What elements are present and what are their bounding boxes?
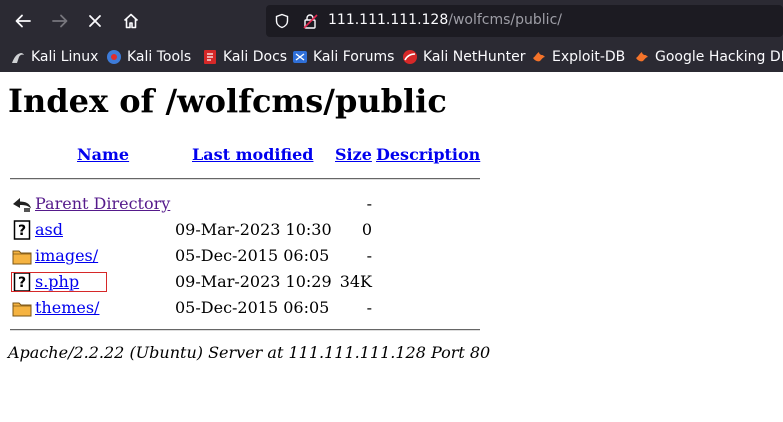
browser-chrome: 111.111.111.128/wolfcms/public/ Kali Lin…	[0, 0, 783, 72]
home-icon	[123, 13, 139, 29]
column-description-link[interactable]: Description	[376, 145, 480, 164]
folder-icon	[12, 250, 32, 265]
url-path: /wolfcms/public/	[448, 12, 562, 28]
row-size: -	[366, 194, 372, 213]
row-size: -	[366, 246, 372, 265]
bookmarks-toolbar: Kali Linux Kali Tools Kali Docs Kali For…	[0, 42, 783, 72]
column-size-link[interactable]: Size	[335, 145, 372, 164]
close-icon	[89, 15, 101, 27]
bookmark-label: Kali Forums	[313, 49, 395, 65]
row-modified: 09-Mar-2023 10:30	[175, 220, 332, 239]
bookmark-kali-linux[interactable]: Kali Linux	[10, 48, 98, 66]
back-button[interactable]	[9, 7, 37, 35]
bookmark-label: Kali Docs	[223, 49, 288, 65]
forward-button[interactable]	[46, 7, 74, 35]
arrow-right-icon	[52, 14, 68, 28]
bookmark-exploit-db[interactable]: Exploit-DB	[531, 48, 625, 66]
browser-toolbar: 111.111.111.128/wolfcms/public/	[0, 0, 783, 42]
folder-link[interactable]: images/	[35, 246, 98, 265]
url-bar[interactable]: 111.111.111.128/wolfcms/public/	[266, 5, 783, 37]
arrow-left-icon	[15, 14, 31, 28]
stop-button[interactable]	[81, 7, 109, 35]
header-divider	[10, 178, 480, 180]
kali-tools-icon	[107, 50, 121, 64]
kali-linux-icon	[12, 53, 24, 63]
column-name-link[interactable]: Name	[77, 145, 129, 164]
kali-docs-icon	[204, 50, 216, 64]
file-link[interactable]: asd	[35, 220, 63, 239]
home-button[interactable]	[117, 7, 145, 35]
table-row: Parent Directory -	[0, 194, 520, 216]
kali-forums-icon	[293, 51, 307, 63]
row-modified: 09-Mar-2023 10:29	[175, 272, 332, 291]
row-size: -	[366, 298, 372, 317]
kali-nethunter-icon	[403, 50, 417, 64]
page-title: Index of /wolfcms/public	[8, 82, 447, 120]
bookmark-kali-forums[interactable]: Kali Forums	[292, 48, 394, 66]
unknown-file-icon: ?	[13, 220, 31, 240]
google-hacking-db-icon	[636, 52, 648, 62]
exploit-db-icon	[533, 52, 545, 62]
bookmark-kali-tools[interactable]: Kali Tools	[106, 48, 191, 66]
row-size: 0	[361, 220, 372, 239]
url-host: 111.111.111.128	[328, 12, 449, 28]
insecure-lock-icon[interactable]	[302, 13, 318, 29]
highlight-box	[11, 272, 107, 292]
server-signature: Apache/2.2.22 (Ubuntu) Server at 111.111…	[8, 343, 491, 362]
row-size: 34K	[339, 272, 372, 291]
folder-icon	[12, 302, 32, 317]
svg-text:?: ?	[18, 223, 26, 239]
bookmark-label: Kali NetHunter	[423, 49, 526, 65]
row-modified: 05-Dec-2015 06:05	[175, 246, 330, 265]
bookmark-label: Kali Linux	[31, 49, 99, 65]
row-modified: 05-Dec-2015 06:05	[175, 298, 330, 317]
table-row: themes/ 05-Dec-2015 06:05 -	[0, 298, 520, 320]
url-text[interactable]: 111.111.111.128/wolfcms/public/	[328, 12, 562, 28]
bookmark-google-hacking-db[interactable]: Google Hacking DB	[634, 48, 783, 66]
bookmark-kali-docs[interactable]: Kali Docs	[202, 48, 287, 66]
bookmark-label: Kali Tools	[127, 49, 192, 65]
parent-directory-link[interactable]: Parent Directory	[35, 194, 170, 213]
table-row: images/ 05-Dec-2015 06:05 -	[0, 246, 520, 268]
back-icon	[13, 198, 31, 212]
folder-link[interactable]: themes/	[35, 298, 99, 317]
column-last-modified-link[interactable]: Last modified	[192, 145, 313, 164]
table-row: ? asd 09-Mar-2023 10:30 0	[0, 220, 520, 242]
shield-icon[interactable]	[274, 13, 290, 29]
bookmark-label: Exploit-DB	[552, 49, 626, 65]
bookmark-label: Google Hacking DB	[655, 49, 783, 65]
page-content: Index of /wolfcms/public Name Last modif…	[0, 72, 783, 422]
footer-divider	[10, 329, 480, 331]
bookmark-kali-nethunter[interactable]: Kali NetHunter	[402, 48, 525, 66]
